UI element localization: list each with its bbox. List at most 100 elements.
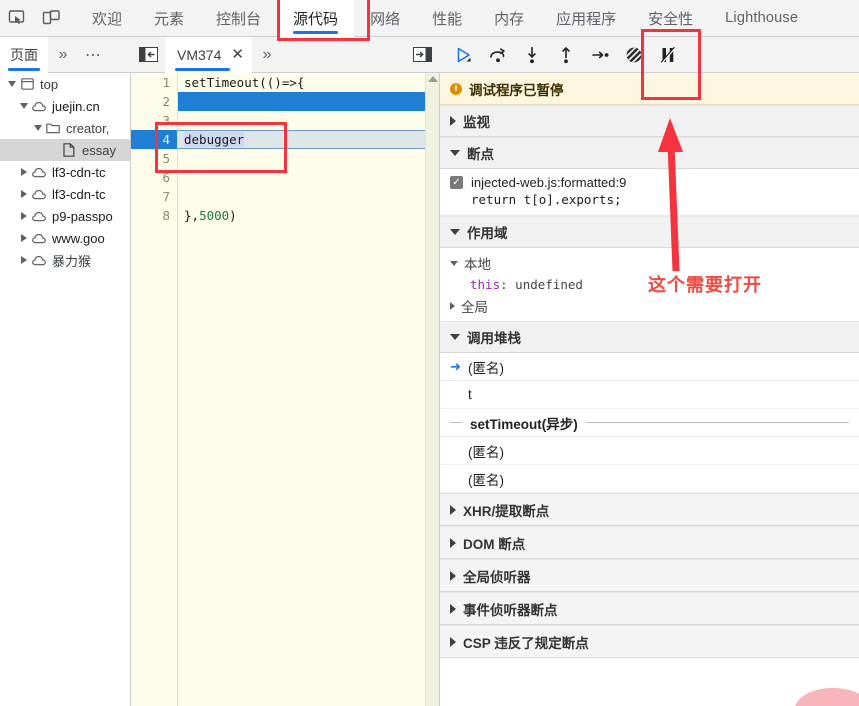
section-header-global-listeners[interactable]: 全局侦听器 — [440, 559, 859, 592]
line-number-paused[interactable]: 4 — [131, 130, 177, 149]
twisty-right-icon[interactable] — [18, 168, 30, 176]
call-stack-frame[interactable]: (匿名) — [440, 465, 859, 493]
tree-item-violentmonkey[interactable]: 暴力猴 — [0, 249, 130, 271]
chevron-right-icon[interactable] — [450, 302, 455, 310]
line-number[interactable]: 6 — [131, 168, 177, 187]
tab-application[interactable]: 应用程序 — [540, 0, 632, 37]
twisty-down-icon[interactable] — [18, 103, 30, 109]
cloud-icon — [30, 167, 48, 178]
section-label: 监视 — [463, 115, 490, 130]
navigator-more-options-icon[interactable]: ⋯ — [78, 37, 108, 73]
line-number[interactable]: 1 — [131, 73, 177, 92]
cloud-icon — [30, 211, 48, 222]
navigator-more-tabs-chevron-icon[interactable]: » — [48, 37, 78, 73]
tree-item-lf3-cdn-tc-1[interactable]: lf3-cdn-tc — [0, 161, 130, 183]
line-number[interactable]: 7 — [131, 187, 177, 206]
call-stack-frame-current[interactable]: ➜ (匿名) — [440, 353, 859, 381]
code-line[interactable] — [178, 168, 425, 187]
twisty-down-icon[interactable] — [32, 125, 44, 131]
tree-item-creator[interactable]: creator, — [0, 117, 130, 139]
chevron-down-icon[interactable] — [450, 150, 460, 156]
twisty-right-icon[interactable] — [18, 190, 30, 198]
code-line[interactable]: setTimeout(()=>{ — [178, 73, 425, 92]
code-line-selected[interactable] — [178, 92, 425, 111]
step-out-of-current-function-icon[interactable] — [550, 39, 582, 71]
code-line-paused[interactable]: debugger — [178, 130, 425, 149]
twisty-right-icon[interactable] — [18, 212, 30, 220]
line-number[interactable]: 5 — [131, 149, 177, 168]
chevron-right-icon[interactable] — [450, 636, 456, 647]
tab-performance[interactable]: 性能 — [416, 0, 478, 37]
tab-lighthouse[interactable]: Lighthouse — [709, 0, 814, 37]
editor-code-area[interactable]: setTimeout(()=>{ debugger },5000) — [178, 73, 425, 706]
tab-sources[interactable]: 源代码 — [277, 0, 355, 37]
chevron-right-icon[interactable] — [450, 537, 456, 548]
step-icon[interactable] — [584, 39, 616, 71]
tab-network[interactable]: 网络 — [354, 0, 416, 37]
call-stack-frame[interactable]: t — [440, 381, 859, 409]
section-header-dom-breakpoints[interactable]: DOM 断点 — [440, 526, 859, 559]
tab-elements[interactable]: 元素 — [138, 0, 200, 37]
section-header-xhr-fetch-breakpoints[interactable]: XHR/提取断点 — [440, 493, 859, 526]
step-into-next-function-call-icon[interactable] — [516, 39, 548, 71]
tree-item-label: creator, — [66, 120, 110, 136]
section-header-csp-violation-breakpoints[interactable]: CSP 违反了规定断点 — [440, 625, 859, 658]
section-header-call-stack[interactable]: 调用堆栈 — [440, 321, 859, 353]
editor-file-tab-vm374[interactable]: VM374 ✕ — [165, 36, 252, 73]
tab-console[interactable]: 控制台 — [200, 0, 277, 37]
editor-more-tabs-chevron-icon[interactable]: » — [252, 37, 282, 73]
chevron-down-icon[interactable] — [450, 260, 458, 266]
twisty-right-icon[interactable] — [18, 234, 30, 242]
section-label: 全局侦听器 — [463, 569, 531, 585]
chevron-right-icon[interactable] — [450, 116, 456, 126]
line-number[interactable]: 2 — [131, 92, 177, 111]
breakpoint-checkbox[interactable]: ✓ — [450, 176, 463, 189]
twisty-right-icon[interactable] — [18, 256, 30, 264]
tree-item-juejin[interactable]: juejin.cn — [0, 95, 130, 117]
scope-variable-sep: : — [500, 277, 516, 292]
navigator-file-tree[interactable]: top juejin.cn creator, essay lf3-cdn-tc … — [0, 73, 131, 706]
editor-vertical-scrollbar[interactable] — [425, 73, 439, 706]
tree-item-www-google[interactable]: www.goo — [0, 227, 130, 249]
tree-item-p9-passport[interactable]: p9-passpo — [0, 205, 130, 227]
tab-security[interactable]: 安全性 — [632, 0, 709, 37]
chevron-right-icon[interactable] — [450, 570, 456, 581]
source-code-editor[interactable]: 1 2 3 4 5 6 7 8 setTimeout(()=>{ debugge… — [131, 73, 440, 706]
twisty-down-icon[interactable] — [6, 81, 18, 87]
tree-item-label: lf3-cdn-tc — [52, 164, 106, 180]
chevron-right-icon[interactable] — [450, 504, 456, 515]
navigator-tab-page[interactable]: 页面 — [0, 36, 48, 73]
device-toolbar-icon[interactable] — [34, 0, 68, 36]
line-number[interactable]: 8 — [131, 206, 177, 225]
resume-script-execution-icon[interactable] — [448, 39, 480, 71]
section-header-event-listener-breakpoints[interactable]: 事件侦听器断点 — [440, 592, 859, 625]
annotation-note-text: 这个需要打开 — [648, 275, 762, 295]
expand-panel-icon[interactable] — [404, 37, 440, 73]
tree-item-top[interactable]: top — [0, 73, 130, 95]
close-icon[interactable]: ✕ — [229, 47, 246, 62]
editor-line-number-gutter[interactable]: 1 2 3 4 5 6 7 8 — [131, 73, 178, 706]
inspect-element-icon[interactable] — [0, 0, 34, 36]
deactivate-breakpoints-icon[interactable] — [618, 39, 650, 71]
tree-item-lf3-cdn-tc-2[interactable]: lf3-cdn-tc — [0, 183, 130, 205]
tab-memory[interactable]: 内存 — [478, 0, 540, 37]
chevron-down-icon[interactable] — [450, 229, 460, 235]
tree-item-label: top — [40, 76, 59, 92]
tree-item-essay[interactable]: essay — [0, 139, 130, 161]
code-line[interactable] — [178, 149, 425, 168]
code-line[interactable]: },5000) — [178, 206, 425, 225]
code-line[interactable] — [178, 187, 425, 206]
scope-group-global[interactable]: 全局 — [440, 295, 859, 317]
line-number[interactable]: 3 — [131, 111, 177, 130]
code-line[interactable] — [178, 111, 425, 130]
chevron-down-icon[interactable] — [450, 334, 460, 340]
pause-on-exceptions-icon[interactable] — [652, 39, 684, 71]
scroll-up-arrow-icon[interactable] — [427, 76, 438, 82]
editor-header: VM374 ✕ » — [131, 36, 440, 73]
step-over-next-function-call-icon[interactable] — [482, 39, 514, 71]
collapse-sidebar-icon[interactable] — [131, 37, 165, 73]
chevron-right-icon[interactable] — [450, 603, 456, 614]
tab-welcome[interactable]: 欢迎 — [76, 0, 138, 37]
code-token-number: 5000 — [199, 208, 230, 223]
call-stack-frame[interactable]: (匿名) — [440, 437, 859, 465]
